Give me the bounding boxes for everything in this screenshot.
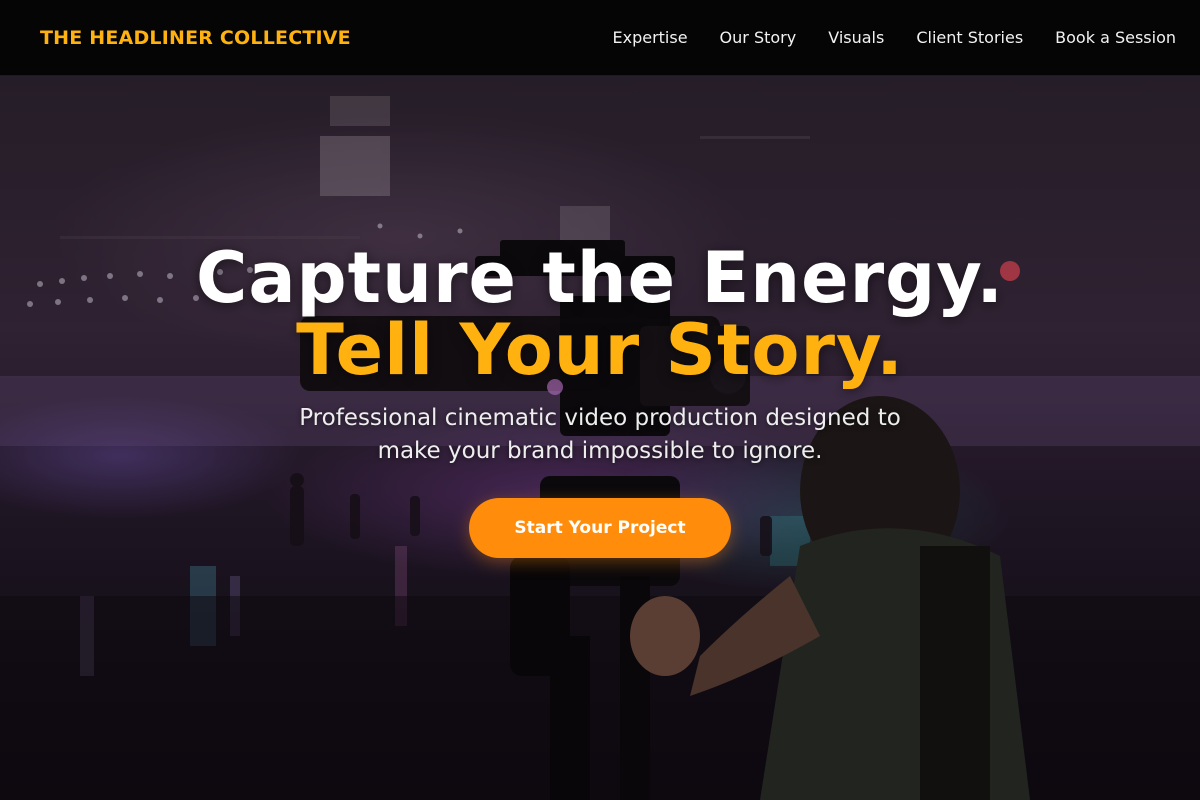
main-nav: Expertise Our Story Visuals Client Stori… [612, 28, 1176, 47]
nav-link-expertise[interactable]: Expertise [612, 28, 687, 47]
nav-link-client-stories[interactable]: Client Stories [916, 28, 1023, 47]
start-project-button[interactable]: Start Your Project [469, 498, 731, 558]
hero-headline-line1: Capture the Energy. [195, 237, 1005, 319]
hero-section: Capture the Energy. Tell Your Story. Pro… [0, 76, 1200, 800]
hero-subtitle: Professional cinematic video production … [299, 405, 901, 464]
nav-link-book-a-session[interactable]: Book a Session [1055, 28, 1176, 47]
site-header: THE HEADLINER COLLECTIVE Expertise Our S… [0, 0, 1200, 76]
nav-link-visuals[interactable]: Visuals [828, 28, 884, 47]
nav-link-our-story[interactable]: Our Story [720, 28, 797, 47]
brand-logo[interactable]: THE HEADLINER COLLECTIVE [40, 27, 351, 49]
hero-headline-line2: Tell Your Story. [296, 309, 904, 391]
